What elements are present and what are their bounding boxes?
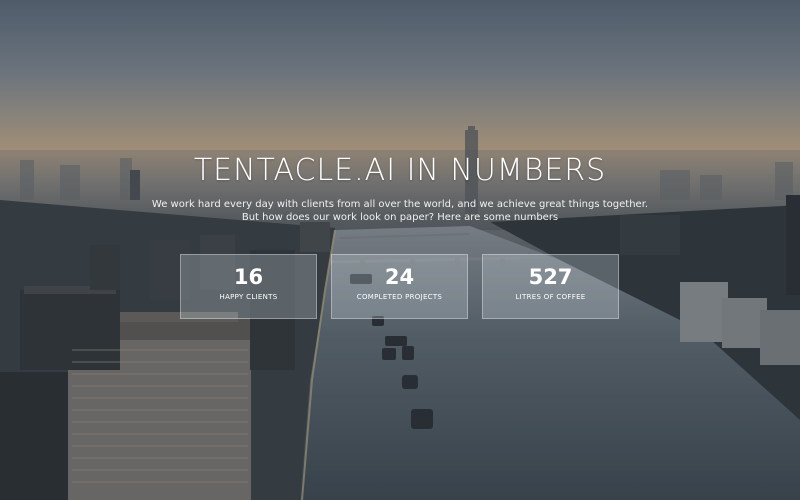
hero-subtitle: We work hard every day with clients from…	[150, 198, 650, 224]
stat-card-completed-projects: 24 COMPLETED PROJECTS	[331, 254, 468, 319]
stat-label: HAPPY CLIENTS	[219, 293, 278, 301]
stat-value: 16	[233, 265, 264, 289]
stat-value: 527	[528, 265, 573, 289]
stat-label: LITRES OF COFFEE	[515, 293, 586, 301]
subtitle-line-2: But how does our work look on paper? Her…	[241, 212, 559, 223]
stat-card-happy-clients: 16 HAPPY CLIENTS	[180, 254, 317, 319]
hero-content: TENTACLE.AI IN NUMBERS We work hard ever…	[0, 0, 800, 500]
stat-value: 24	[384, 265, 415, 289]
stat-label: COMPLETED PROJECTS	[356, 293, 443, 301]
stat-card-litres-of-coffee: 527 LITRES OF COFFEE	[482, 254, 619, 319]
subtitle-line-1: We work hard every day with clients from…	[151, 199, 649, 210]
hero-section: TENTACLE.AI IN NUMBERS We work hard ever…	[0, 0, 800, 500]
page-title: TENTACLE.AI IN NUMBERS	[193, 153, 607, 188]
